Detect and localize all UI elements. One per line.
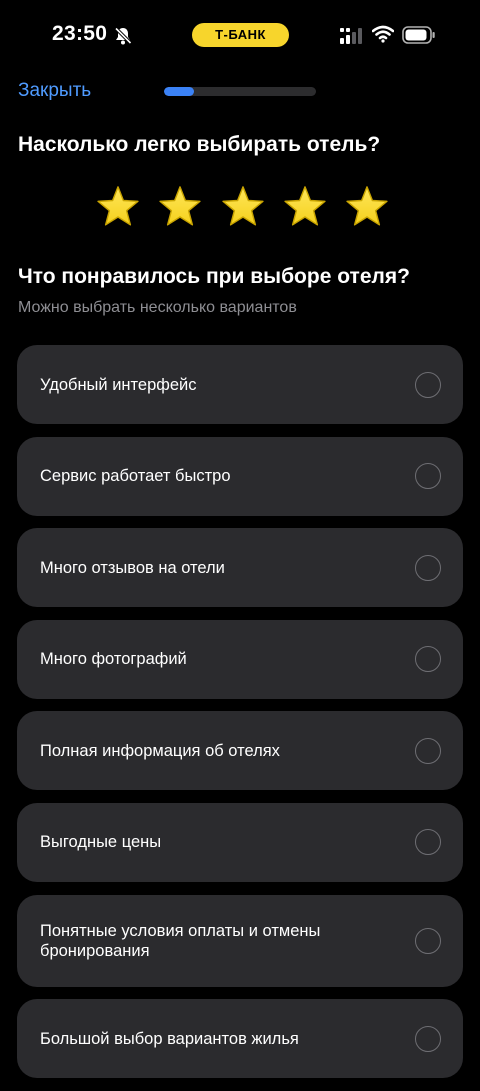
status-time: 23:50 (52, 22, 108, 45)
bell-slash-icon (113, 26, 133, 46)
battery-icon (402, 25, 436, 45)
option-item[interactable]: Понятные условия оплаты и отмены брониро… (17, 894, 463, 987)
wifi-icon (371, 25, 395, 43)
option-item[interactable]: Полная информация об отелях (17, 711, 463, 791)
section-subtitle: Можно выбрать несколько вариантов (18, 299, 297, 316)
signal-icon (340, 27, 364, 45)
checkbox-circle[interactable] (415, 1025, 441, 1052)
status-bar: 23:50 Т-БАНК (0, 0, 480, 72)
checkbox-circle[interactable] (415, 371, 441, 398)
option-label: Выгодные цены (40, 833, 162, 852)
option-item[interactable]: Выгодные цены (17, 802, 463, 882)
bank-pill[interactable]: Т-БАНК (192, 23, 289, 47)
option-item[interactable]: Много отзывов на отели (17, 528, 463, 608)
checkbox-circle[interactable] (415, 554, 441, 581)
option-item[interactable]: Удобный интерфейс (17, 345, 463, 424)
close-button[interactable]: Закрыть (18, 80, 91, 102)
star-rating[interactable] (95, 184, 390, 232)
question-title: Насколько легко выбирать отель? (18, 133, 381, 156)
star-icon[interactable] (282, 184, 328, 230)
option-label: Сервис работает быстро (40, 467, 231, 486)
star-icon[interactable] (220, 184, 266, 230)
survey-progress-bar (164, 87, 316, 96)
checkbox-circle[interactable] (415, 463, 441, 490)
star-icon[interactable] (95, 184, 141, 230)
checkbox-circle[interactable] (415, 829, 441, 856)
option-label: Удобный интерфейс (40, 375, 197, 394)
option-item[interactable]: Большой выбор вариантов жилья (17, 999, 463, 1079)
option-item[interactable]: Сервис работает быстро (17, 436, 463, 516)
option-label: Много отзывов на отели (40, 558, 225, 577)
option-label: Полная информация об отелях (40, 741, 280, 760)
options-list: Удобный интерфейс Сервис работает быстро… (17, 345, 463, 1091)
option-label: Много фотографий (40, 650, 187, 669)
option-item[interactable]: Много фотографий (17, 619, 463, 699)
option-label: Понятные условия оплаты и отмены брониро… (40, 921, 321, 960)
checkbox-circle[interactable] (415, 646, 441, 673)
star-icon[interactable] (344, 184, 390, 230)
checkbox-circle[interactable] (415, 737, 441, 764)
option-label: Большой выбор вариантов жилья (40, 1029, 299, 1048)
survey-progress-fill (164, 87, 195, 96)
checkbox-circle[interactable] (415, 927, 441, 954)
star-icon[interactable] (157, 184, 203, 230)
section-title: Что понравилось при выборе отеля? (18, 265, 410, 288)
